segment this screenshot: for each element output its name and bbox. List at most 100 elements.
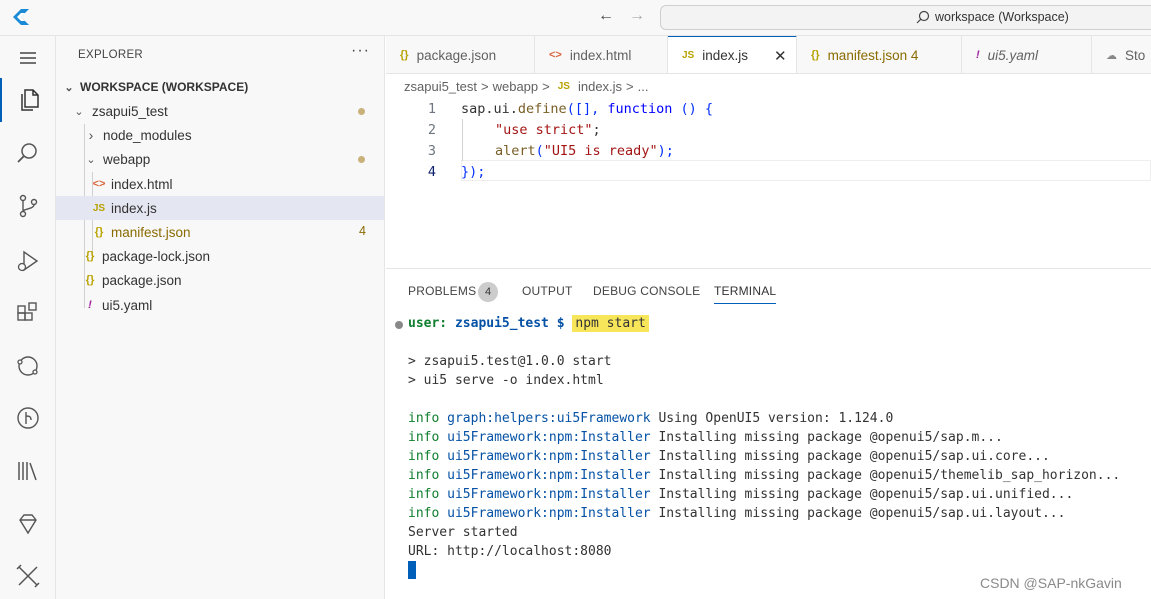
remote-explorer-icon[interactable] bbox=[0, 344, 56, 388]
problems-count-badge: 4 bbox=[478, 282, 498, 302]
close-icon[interactable]: ✕ bbox=[774, 47, 787, 65]
tree-item-node-modules[interactable]: › node_modules bbox=[56, 123, 384, 147]
command-center-search[interactable]: workspace (Workspace) bbox=[660, 5, 1151, 30]
explorer-icon[interactable] bbox=[0, 78, 56, 122]
info-namespace: ui5Framework:npm:Installer bbox=[447, 506, 651, 521]
back-arrow-icon[interactable]: ← bbox=[598, 7, 614, 25]
html-file-icon: <> bbox=[92, 178, 106, 190]
tab-storage[interactable]: ☁ Sto bbox=[1092, 36, 1151, 73]
tree-item-ui5-yaml[interactable]: ! ui5.yaml bbox=[56, 293, 384, 317]
info-tag: info bbox=[408, 468, 440, 483]
title-bar: ← → workspace (Workspace) bbox=[0, 0, 1151, 36]
terminal-info-line: info ui5Framework:npm:Installer Installi… bbox=[408, 487, 1073, 502]
tab-label: index.js bbox=[702, 48, 749, 63]
tab-output[interactable]: OUTPUT bbox=[522, 284, 573, 298]
terminal-output-line: > zsapui5.test@1.0.0 start bbox=[408, 354, 612, 369]
more-actions-icon[interactable]: ··· bbox=[351, 42, 370, 60]
library-icon[interactable] bbox=[0, 449, 56, 493]
tools-icon[interactable] bbox=[0, 554, 56, 598]
line-number: 2 bbox=[427, 122, 436, 138]
tree-item-label: index.html bbox=[111, 176, 173, 192]
terminal-output-line: Server started bbox=[408, 525, 518, 540]
tab-ui5-yaml[interactable]: ! ui5.yaml bbox=[962, 36, 1092, 73]
modified-dot-icon bbox=[358, 156, 365, 163]
code-token: function bbox=[607, 101, 673, 117]
info-tag: info bbox=[408, 487, 440, 502]
sidebar-header: EXPLORER bbox=[78, 49, 144, 61]
json-file-icon: {} bbox=[85, 274, 95, 286]
run-debug-icon[interactable] bbox=[0, 239, 56, 283]
breadcrumb-item[interactable]: index.js bbox=[578, 79, 622, 94]
modified-dot-icon bbox=[358, 108, 365, 115]
indent-guide bbox=[462, 119, 463, 161]
extensions-icon[interactable] bbox=[0, 292, 56, 336]
info-tag: info bbox=[408, 506, 440, 521]
git-graph-icon[interactable] bbox=[0, 396, 56, 440]
tree-item-label: manifest.json bbox=[111, 224, 191, 240]
info-tag: info bbox=[408, 430, 440, 445]
terminal-info-line: info ui5Framework:npm:Installer Installi… bbox=[408, 468, 1120, 483]
tree-item-label: package-lock.json bbox=[102, 248, 211, 264]
js-file-icon: JS bbox=[682, 50, 695, 61]
info-message: Installing missing package @openui5/them… bbox=[650, 468, 1121, 483]
tree-item-label: zsapui5_test bbox=[92, 103, 168, 119]
current-line-highlight bbox=[461, 160, 1151, 181]
app-logo-icon bbox=[13, 9, 29, 25]
tree-item-zsapui5-test[interactable]: ⌄ zsapui5_test bbox=[56, 99, 384, 123]
tree-item-workspace[interactable]: ⌄ WORKSPACE (WORKSPACE) bbox=[56, 75, 384, 99]
code-token: ; bbox=[592, 122, 601, 138]
menu-icon[interactable] bbox=[0, 36, 56, 80]
code-token: alert bbox=[495, 143, 536, 159]
bottom-panel: PROBLEMS 4 OUTPUT DEBUG CONSOLE TERMINAL… bbox=[386, 268, 1151, 599]
tab-problems[interactable]: PROBLEMS bbox=[408, 284, 476, 298]
tab-debug-console[interactable]: DEBUG CONSOLE bbox=[593, 284, 700, 298]
problem-count-badge: 4 bbox=[359, 224, 366, 238]
gem-icon[interactable] bbox=[0, 502, 56, 546]
tab-package-json[interactable]: {} package.json bbox=[386, 36, 535, 73]
info-namespace: ui5Framework:npm:Installer bbox=[447, 430, 651, 445]
code-line-1: sap.ui.define([], function () { bbox=[461, 101, 713, 117]
info-message: Installing missing package @openui5/sap.… bbox=[650, 430, 1003, 445]
info-message: Installing missing package @openui5/sap.… bbox=[650, 487, 1074, 502]
info-namespace: graph:helpers:ui5Framework bbox=[447, 411, 651, 426]
code-token: ); bbox=[657, 143, 674, 159]
tree-item-manifest-json[interactable]: {} manifest.json 4 bbox=[56, 220, 384, 244]
source-control-icon[interactable] bbox=[0, 184, 56, 228]
editor-tabs: {} package.json <> index.html JS index.j… bbox=[386, 36, 1151, 74]
breadcrumb-item[interactable]: zsapui5_test bbox=[404, 79, 477, 94]
code-token: sap.ui. bbox=[461, 101, 518, 117]
terminal-output-line: > ui5 serve -o index.html bbox=[408, 373, 604, 388]
yaml-file-icon: ! bbox=[976, 49, 980, 61]
tree-item-webapp[interactable]: ⌄ webapp bbox=[56, 147, 384, 171]
breadcrumb-item[interactable]: ... bbox=[638, 79, 649, 94]
info-namespace: ui5Framework:npm:Installer bbox=[447, 449, 651, 464]
tree-item-label: index.js bbox=[111, 200, 157, 216]
search-icon[interactable] bbox=[0, 131, 56, 175]
tab-label: Sto bbox=[1125, 47, 1146, 63]
command-status-dot-icon bbox=[395, 321, 403, 329]
tab-label: ui5.yaml bbox=[987, 47, 1038, 63]
tree-item-package-json[interactable]: {} package.json bbox=[56, 268, 384, 292]
code-token: define bbox=[517, 101, 567, 117]
tab-terminal[interactable]: TERMINAL bbox=[714, 284, 777, 304]
activity-bar bbox=[0, 36, 56, 599]
tab-manifest-json[interactable]: {} manifest.json 4 bbox=[797, 36, 962, 73]
breadcrumb-item[interactable]: webapp bbox=[493, 79, 539, 94]
terminal-command: npm start bbox=[572, 315, 649, 332]
forward-arrow-icon[interactable]: → bbox=[629, 7, 645, 25]
tab-index-html[interactable]: <> index.html bbox=[535, 36, 668, 73]
line-number: 4 bbox=[427, 164, 436, 180]
yaml-file-icon: ! bbox=[88, 299, 92, 311]
tree-item-index-js[interactable]: JS index.js bbox=[56, 196, 384, 220]
json-file-icon: {} bbox=[94, 226, 104, 238]
tab-index-js[interactable]: JS index.js ✕ bbox=[668, 36, 797, 73]
json-file-icon: {} bbox=[85, 250, 95, 262]
code-editor[interactable]: 1 2 3 4 sap.ui.define([], function () { … bbox=[386, 98, 1151, 268]
terminal-info-line: info ui5Framework:npm:Installer Installi… bbox=[408, 430, 1003, 445]
tree-item-index-html[interactable]: <> index.html bbox=[56, 172, 384, 196]
tree-item-label: package.json bbox=[102, 272, 182, 288]
tree-item-package-lock-json[interactable]: {} package-lock.json bbox=[56, 244, 384, 268]
info-namespace: ui5Framework:npm:Installer bbox=[447, 468, 651, 483]
prompt-dir: zsapui5_test $ bbox=[454, 316, 565, 331]
tree-item-label: webapp bbox=[103, 151, 151, 167]
